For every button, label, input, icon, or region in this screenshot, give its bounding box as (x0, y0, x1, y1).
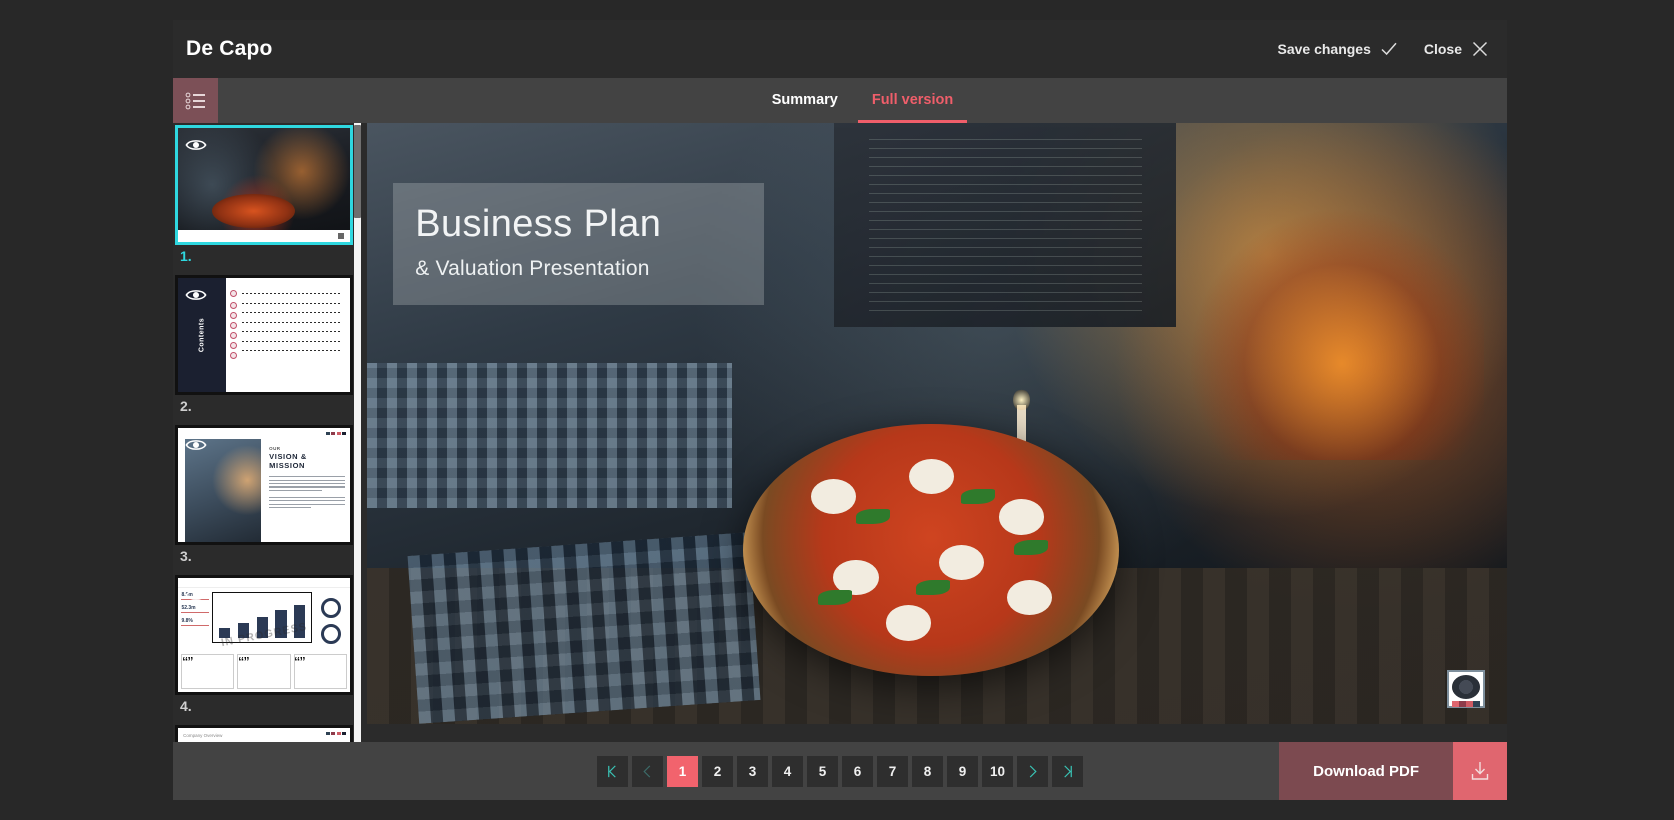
page-button-10[interactable]: 10 (982, 755, 1013, 787)
slide-title-block: Business Plan & Valuation Presentation (393, 183, 764, 305)
thumbnail-slide-1[interactable] (175, 125, 353, 245)
thumbnail-item: 1. (175, 125, 353, 271)
last-page-button[interactable] (1052, 755, 1083, 787)
slide-title: Business Plan (415, 203, 662, 246)
modal-body: 1. Contents 2. OUR VISION & MISSION 3. 8… (173, 123, 1507, 742)
tab-summary[interactable]: Summary (768, 78, 842, 123)
eye-icon[interactable] (185, 134, 207, 156)
thumbnail-slide-2[interactable]: Contents (175, 275, 353, 395)
slide-canvas[interactable]: Business Plan & Valuation Presentation (367, 123, 1507, 724)
thumbnail-item: OUR VISION & MISSION 3. (175, 425, 353, 571)
prev-page-button[interactable] (632, 755, 663, 787)
first-page-button[interactable] (597, 755, 628, 787)
close-label: Close (1423, 41, 1462, 57)
app-brand-title: De Capo (186, 37, 273, 60)
save-changes-label: Save changes (1277, 41, 1371, 57)
thumbnail-item: Contents 2. (175, 275, 353, 421)
bullet-list-icon (185, 91, 207, 111)
eye-icon[interactable] (185, 434, 207, 456)
thumbnail-item: Company Overview 5. (175, 725, 353, 742)
vision-text: OUR VISION & MISSION (269, 446, 345, 510)
brand-swatches (325, 432, 346, 435)
eye-icon[interactable] (185, 584, 207, 606)
thumbnail-number: 4. (180, 698, 192, 714)
eye-icon[interactable] (185, 284, 207, 306)
thumbnail-number: 3. (180, 548, 192, 564)
page-button-5[interactable]: 5 (807, 755, 838, 787)
page-button-3[interactable]: 3 (737, 755, 768, 787)
thumbnail-list: 1. Contents 2. OUR VISION & MISSION 3. 8… (175, 125, 367, 742)
brand-logo-badge (1447, 670, 1485, 708)
thumbnail-item: 8.9m 52.3m 9.8% IN PROGRESS 4. (175, 575, 353, 721)
thumbnail-sidebar: 1. Contents 2. OUR VISION & MISSION 3. 8… (173, 123, 367, 742)
thumbnail-slide-3[interactable]: OUR VISION & MISSION (175, 425, 353, 545)
download-icon (1468, 759, 1492, 783)
checkered-cloth-prop (367, 363, 732, 508)
vision-kicker: OUR (269, 446, 281, 452)
slide-subtitle: & Valuation Presentation (415, 256, 650, 280)
download-icon-button[interactable] (1453, 742, 1507, 800)
checkered-napkin-prop (407, 531, 761, 724)
download-pdf-button[interactable]: Download PDF (1279, 742, 1453, 800)
vision-heading: VISION & MISSION (269, 452, 307, 471)
tab-group: Summary Full version (218, 78, 1507, 123)
presentation-modal: De Capo Save changes Close Summary Full … (173, 20, 1507, 800)
logo-swatches (1452, 701, 1480, 707)
brand-swatches (325, 732, 346, 735)
logo-disc-icon (1452, 675, 1480, 699)
page-button-2[interactable]: 2 (702, 755, 733, 787)
close-button[interactable]: Close (1424, 40, 1489, 58)
page-button-7[interactable]: 7 (877, 755, 908, 787)
thumbnail-scrollbar-thumb[interactable] (354, 125, 361, 218)
thumbnail-number: 2. (180, 398, 192, 414)
fireplace-glow (1187, 207, 1485, 460)
thumbnail-slide-5[interactable]: Company Overview (175, 725, 353, 742)
modal-footer: 1 2 3 4 5 6 7 8 9 10 Download PDF (173, 742, 1507, 800)
view-tabbar: Summary Full version (173, 78, 1507, 123)
outline-list-button[interactable] (173, 78, 218, 123)
thumbnail-footer-strip (178, 230, 350, 242)
eye-icon[interactable] (185, 734, 207, 742)
download-group: Download PDF (1279, 742, 1507, 800)
chalkboard-prop (834, 123, 1177, 328)
tab-full-version[interactable]: Full version (857, 78, 968, 123)
page-button-1[interactable]: 1 (667, 755, 698, 787)
next-page-button[interactable] (1017, 755, 1048, 787)
toc-side-label: Contents (198, 317, 206, 353)
pizza-prop (743, 423, 1120, 676)
close-icon (1471, 40, 1489, 58)
page-button-8[interactable]: 8 (912, 755, 943, 787)
save-changes-button[interactable]: Save changes (1277, 40, 1397, 58)
page-button-9[interactable]: 9 (947, 755, 978, 787)
page-button-4[interactable]: 4 (772, 755, 803, 787)
slide-stage: Business Plan & Valuation Presentation (367, 123, 1507, 742)
pagination: 1 2 3 4 5 6 7 8 9 10 (597, 755, 1083, 787)
thumbnail-slide-4[interactable]: 8.9m 52.3m 9.8% IN PROGRESS (175, 575, 353, 695)
thumbnail-scrollbar-track[interactable] (354, 123, 361, 742)
thumbnail-number: 1. (180, 248, 192, 264)
toc-rows (229, 289, 342, 383)
check-icon (1380, 40, 1398, 58)
modal-header: De Capo Save changes Close (173, 20, 1507, 78)
page-button-6[interactable]: 6 (842, 755, 873, 787)
dash-cards (181, 654, 347, 689)
